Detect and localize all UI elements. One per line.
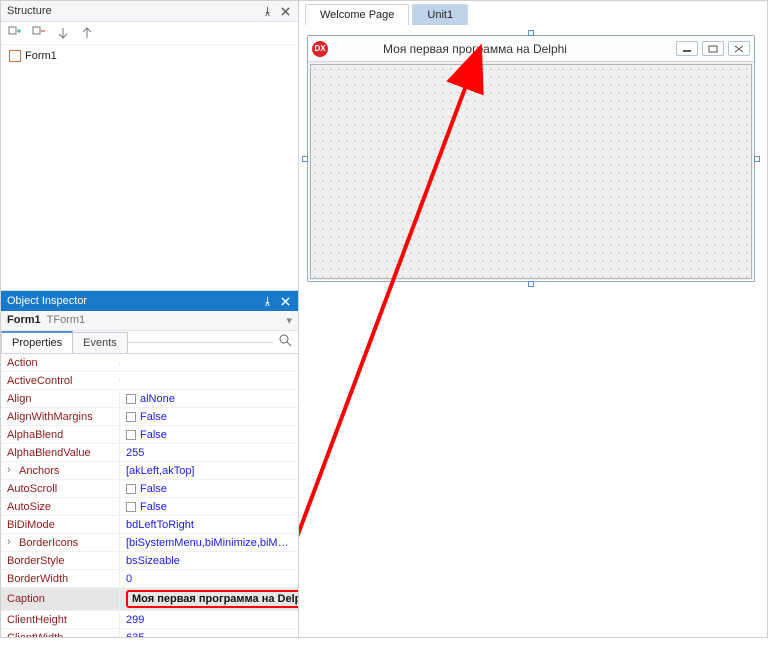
prop-value[interactable]: alNone [119, 391, 298, 407]
tab-unit1[interactable]: Unit1 [412, 4, 468, 25]
prop-value[interactable]: Моя первая программа на Delphi [119, 588, 298, 610]
prop-value[interactable] [119, 361, 298, 365]
prop-key: ClientHeight [1, 612, 119, 628]
inspector-tabs: Properties Events [1, 331, 298, 354]
structure-tree[interactable]: Form1 [1, 45, 298, 290]
right-column: Welcome Page Unit1 DX Моя первая програм… [299, 1, 767, 637]
prop-row-alphablendvalue[interactable]: AlphaBlendValue255 [1, 444, 298, 462]
align-icon [126, 394, 136, 404]
prop-row-autoscroll[interactable]: AutoScrollFalse [1, 480, 298, 498]
prop-value[interactable] [119, 379, 298, 383]
prop-value[interactable]: bdLeftToRight [119, 517, 298, 533]
prop-row-action[interactable]: Action [1, 354, 298, 372]
prop-key: AutoScroll [1, 481, 119, 497]
prop-key: Action [1, 355, 119, 371]
prop-value[interactable]: 299 [119, 612, 298, 628]
structure-toolbar [1, 22, 298, 45]
resize-handle-s[interactable] [528, 281, 534, 287]
prop-row-align[interactable]: AlignalNone [1, 390, 298, 408]
inspector-header: Object Inspector [1, 291, 298, 311]
tree-item-form1[interactable]: Form1 [7, 49, 292, 63]
prop-value[interactable]: [akLeft,akTop] [119, 463, 298, 479]
tree-item-label: Form1 [25, 50, 57, 62]
prop-key: AlphaBlendValue [1, 445, 119, 461]
form-designer-surface[interactable]: DX Моя первая программа на Delphi [299, 25, 767, 637]
prop-key: ActiveControl [1, 373, 119, 389]
selection-outline [305, 33, 757, 284]
document-tabs: Welcome Page Unit1 [299, 1, 767, 25]
checkbox-icon[interactable] [126, 430, 136, 440]
prop-key: AlphaBlend [1, 427, 119, 443]
resize-handle-n[interactable] [528, 30, 534, 36]
tab-events[interactable]: Events [72, 332, 128, 353]
resize-handle-e[interactable] [754, 156, 760, 162]
prop-key: AlignWithMargins [1, 409, 119, 425]
prop-key: BorderIcons [1, 535, 119, 551]
structure-header: Structure [1, 1, 298, 22]
tool-icon-4[interactable] [79, 25, 95, 41]
prop-key: BorderWidth [1, 571, 119, 587]
instance-type: TForm1 [47, 314, 86, 327]
prop-key: Caption [1, 591, 119, 607]
pin-icon[interactable] [260, 4, 274, 18]
prop-key: BorderStyle [1, 553, 119, 569]
inspector-title: Object Inspector [7, 295, 87, 307]
prop-row-alphablend[interactable]: AlphaBlendFalse [1, 426, 298, 444]
prop-row-anchors[interactable]: Anchors[akLeft,akTop] [1, 462, 298, 480]
checkbox-icon[interactable] [126, 484, 136, 494]
caption-edit-highlight[interactable]: Моя первая программа на Delphi [126, 590, 298, 608]
structure-title: Structure [7, 5, 52, 17]
close-icon[interactable] [278, 4, 292, 18]
prop-row-clientheight[interactable]: ClientHeight299 [1, 611, 298, 629]
prop-value[interactable]: bsSizeable [119, 553, 298, 569]
prop-row-borderstyle[interactable]: BorderStylebsSizeable [1, 552, 298, 570]
left-column: Structure Form1 [1, 1, 299, 637]
property-grid[interactable]: ActionActiveControlAlignalNoneAlignWithM… [1, 354, 298, 637]
prop-value[interactable]: False [119, 427, 298, 443]
prop-key: BiDiMode [1, 517, 119, 533]
prop-row-autosize[interactable]: AutoSizeFalse [1, 498, 298, 516]
instance-selector[interactable]: Form1 TForm1 ▾ [1, 311, 298, 331]
prop-key: AutoSize [1, 499, 119, 515]
checkbox-icon[interactable] [126, 412, 136, 422]
prop-value[interactable]: False [119, 499, 298, 515]
prop-value[interactable]: 255 [119, 445, 298, 461]
tool-icon-1[interactable] [7, 25, 23, 41]
prop-row-alignwithmargins[interactable]: AlignWithMarginsFalse [1, 408, 298, 426]
checkbox-icon[interactable] [126, 502, 136, 512]
close-icon[interactable] [278, 294, 292, 308]
prop-row-borderwidth[interactable]: BorderWidth0 [1, 570, 298, 588]
prop-row-clientwidth[interactable]: ClientWidth635 [1, 629, 298, 637]
object-inspector-pane: Object Inspector Form1 TForm1 ▾ Properti… [1, 291, 298, 637]
prop-row-activecontrol[interactable]: ActiveControl [1, 372, 298, 390]
tool-icon-3[interactable] [55, 25, 71, 41]
ide-root: Structure Form1 [0, 0, 768, 638]
prop-value[interactable]: 635 [119, 630, 298, 638]
prop-value[interactable]: False [119, 481, 298, 497]
prop-row-bordericons[interactable]: BorderIcons[biSystemMenu,biMinimize,biMa… [1, 534, 298, 552]
prop-value[interactable]: [biSystemMenu,biMinimize,biMaximize] [119, 535, 298, 551]
chevron-down-icon[interactable]: ▾ [286, 314, 292, 327]
instance-name: Form1 [7, 314, 41, 327]
prop-row-bidimode[interactable]: BiDiModebdLeftToRight [1, 516, 298, 534]
tab-welcome-page[interactable]: Welcome Page [305, 4, 409, 25]
prop-row-caption[interactable]: Caption Моя первая программа на Delphi [1, 588, 298, 611]
tab-properties[interactable]: Properties [1, 331, 73, 353]
prop-value[interactable]: False [119, 409, 298, 425]
prop-key: Align [1, 391, 119, 407]
pin-icon[interactable] [260, 294, 274, 308]
search-icon[interactable] [279, 334, 292, 350]
form-icon [9, 50, 21, 62]
structure-pane: Structure Form1 [1, 1, 298, 291]
resize-handle-w[interactable] [302, 156, 308, 162]
prop-value[interactable]: 0 [119, 571, 298, 587]
prop-key: ClientWidth [1, 630, 119, 638]
tool-icon-2[interactable] [31, 25, 47, 41]
prop-key: Anchors [1, 463, 119, 479]
